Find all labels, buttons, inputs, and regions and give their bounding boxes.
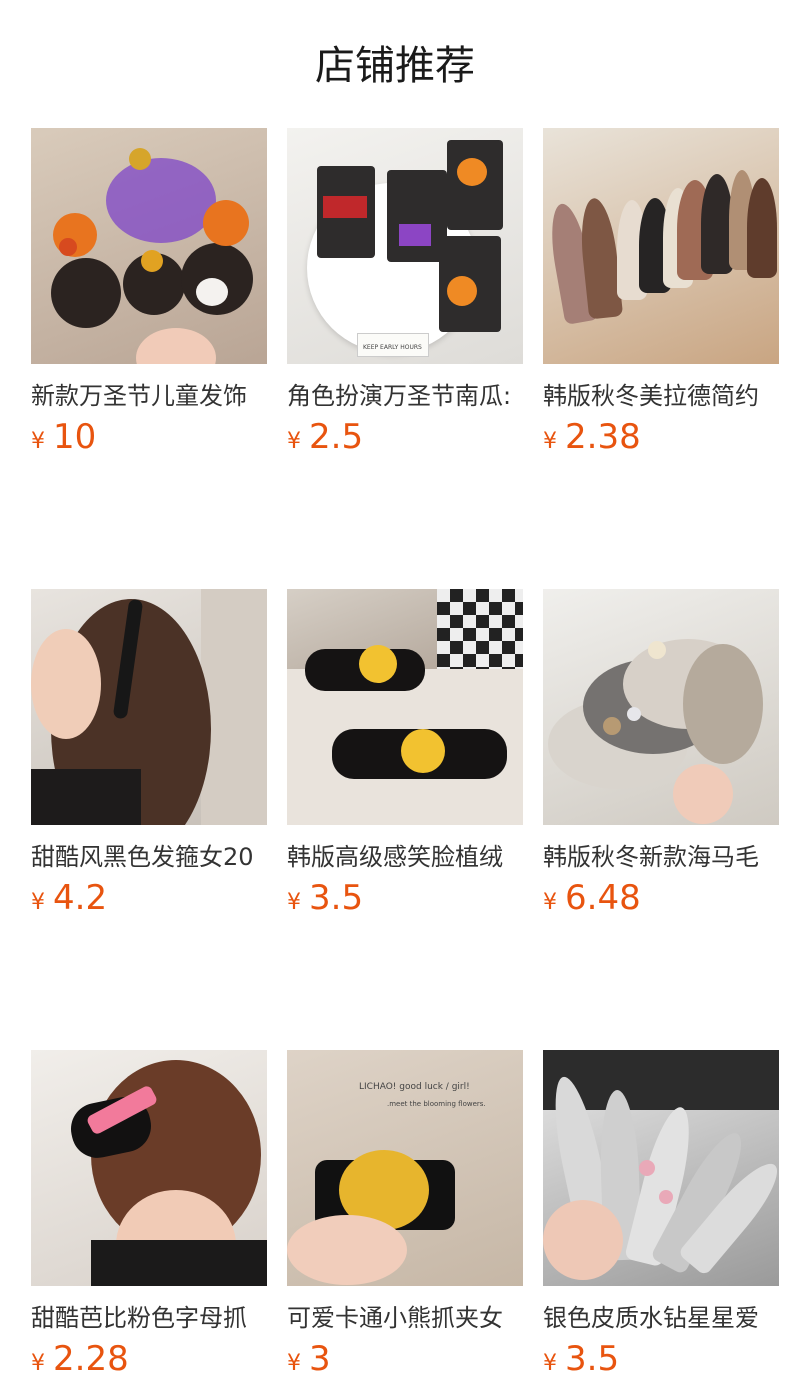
currency-symbol: ¥: [287, 890, 301, 915]
product-card[interactable]: 甜酷风黑色发箍女20 ¥4.2: [31, 589, 267, 918]
product-price: ¥3: [287, 1339, 523, 1379]
product-name[interactable]: 韩版秋冬美拉德简约: [543, 379, 779, 413]
card-label: KEEP EARLY HOURS: [363, 344, 422, 351]
product-name[interactable]: 甜酷风黑色发箍女20: [31, 840, 267, 874]
product-image[interactable]: LICHAO! good luck / girl! .meet the bloo…: [287, 1050, 523, 1286]
product-price: ¥3.5: [543, 1339, 779, 1379]
product-price: ¥2.28: [31, 1339, 267, 1379]
photo-caption: LICHAO! good luck / girl!: [359, 1082, 470, 1092]
page-title: 店铺推荐: [315, 43, 475, 89]
product-image[interactable]: [31, 1050, 267, 1286]
product-card[interactable]: KEEP EARLY HOURS 角色扮演万圣节南瓜: ¥2.5: [287, 128, 523, 457]
product-price: ¥4.2: [31, 878, 267, 918]
price-value: 2.38: [565, 417, 641, 457]
product-image[interactable]: [543, 128, 779, 364]
product-card[interactable]: 韩版高级感笑脸植绒 ¥3.5: [287, 589, 523, 918]
price-value: 10: [53, 417, 97, 457]
product-name[interactable]: 甜酷芭比粉色字母抓: [31, 1301, 267, 1335]
product-image[interactable]: [31, 128, 267, 364]
product-price: ¥2.5: [287, 417, 523, 457]
price-value: 6.48: [565, 878, 641, 918]
currency-symbol: ¥: [543, 1351, 557, 1376]
product-image[interactable]: [287, 589, 523, 825]
price-value: 2.28: [53, 1339, 129, 1379]
product-name[interactable]: 银色皮质水钻星星爱: [543, 1301, 779, 1335]
product-grid: 新款万圣节儿童发饰 ¥10 KEEP EARLY HOURS 角色扮演万圣节南瓜…: [31, 128, 779, 1379]
product-name[interactable]: 新款万圣节儿童发饰: [31, 379, 267, 413]
product-card[interactable]: 甜酷芭比粉色字母抓 ¥2.28: [31, 1050, 267, 1379]
photo-caption: .meet the blooming flowers.: [387, 1100, 486, 1108]
product-image[interactable]: [543, 589, 779, 825]
price-value: 2.5: [309, 417, 364, 457]
product-price: ¥3.5: [287, 878, 523, 918]
product-price: ¥2.38: [543, 417, 779, 457]
product-name[interactable]: 韩版秋冬新款海马毛: [543, 840, 779, 874]
product-name[interactable]: 韩版高级感笑脸植绒: [287, 840, 523, 874]
product-price: ¥10: [31, 417, 267, 457]
product-image[interactable]: [31, 589, 267, 825]
product-image[interactable]: [543, 1050, 779, 1286]
currency-symbol: ¥: [31, 429, 45, 454]
product-card[interactable]: 银色皮质水钻星星爱 ¥3.5: [543, 1050, 779, 1379]
product-name[interactable]: 可爱卡通小熊抓夹女: [287, 1301, 523, 1335]
product-card[interactable]: LICHAO! good luck / girl! .meet the bloo…: [287, 1050, 523, 1379]
currency-symbol: ¥: [31, 1351, 45, 1376]
product-price: ¥6.48: [543, 878, 779, 918]
currency-symbol: ¥: [31, 890, 45, 915]
product-card[interactable]: 新款万圣节儿童发饰 ¥10: [31, 128, 267, 457]
product-image[interactable]: KEEP EARLY HOURS: [287, 128, 523, 364]
currency-symbol: ¥: [287, 1351, 301, 1376]
price-value: 3: [309, 1339, 331, 1379]
currency-symbol: ¥: [287, 429, 301, 454]
product-card[interactable]: 韩版秋冬新款海马毛 ¥6.48: [543, 589, 779, 918]
currency-symbol: ¥: [543, 890, 557, 915]
currency-symbol: ¥: [543, 429, 557, 454]
price-value: 4.2: [53, 878, 108, 918]
product-card[interactable]: 韩版秋冬美拉德简约 ¥2.38: [543, 128, 779, 457]
price-value: 3.5: [309, 878, 364, 918]
price-value: 3.5: [565, 1339, 620, 1379]
product-name[interactable]: 角色扮演万圣节南瓜:: [287, 379, 523, 413]
